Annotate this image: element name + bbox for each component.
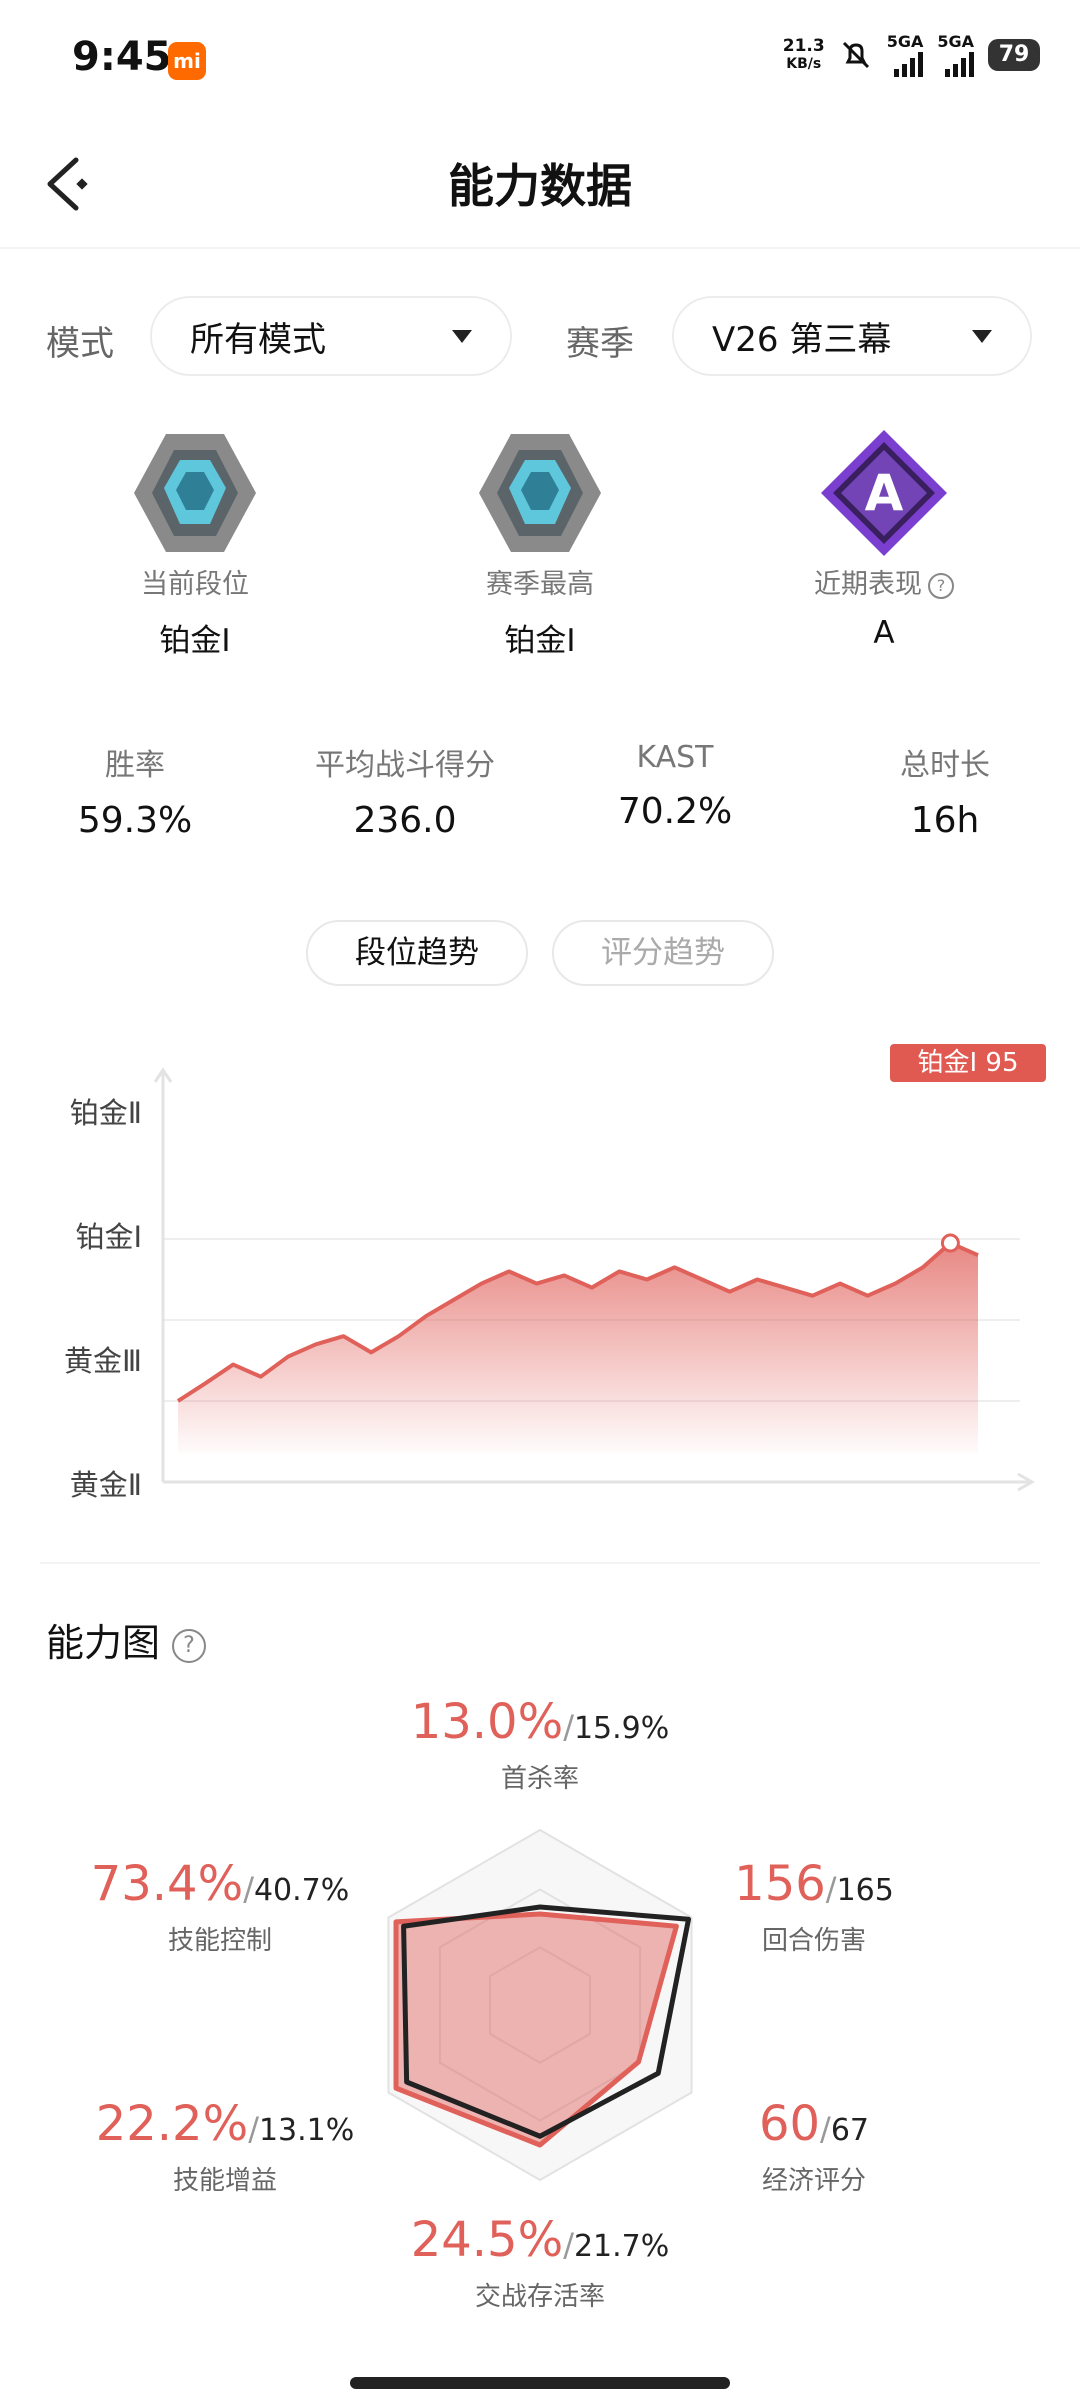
metric-compare: 40.7% [253, 1873, 350, 1908]
stat-total-time: 总时长 16h [810, 740, 1080, 841]
stat-avg-score: 平均战斗得分 236.0 [270, 740, 540, 841]
metric-compare: 15.9% [573, 1711, 670, 1746]
platinum-rank-icon [134, 434, 256, 552]
recent-performance: A 近期表现? A [734, 428, 1034, 651]
last-point-marker [940, 1233, 960, 1253]
rank-value: 铂金Ⅰ [504, 623, 576, 659]
stat-value: 70.2% [617, 791, 733, 832]
metric-skill-buff: 22.2%/13.1% 技能增益 [90, 2096, 360, 2197]
rank-label: 近期表现 [814, 569, 922, 600]
chevron-down-icon [972, 329, 992, 343]
season-dropdown[interactable]: V26 第三幕 [672, 296, 1032, 376]
metric-name: 技能控制 [167, 1926, 272, 1956]
mode-value: 所有模式 [190, 319, 326, 360]
metric-name: 回合伤害 [761, 1926, 866, 1956]
season-best-rank: 赛季最高 铂金Ⅰ [390, 428, 690, 660]
metric-name: 交战存活率 [474, 2282, 605, 2312]
mode-label: 模式 [46, 324, 114, 364]
section-divider [40, 1562, 1040, 1564]
tab-rank-trend[interactable]: 段位趋势 [306, 920, 528, 986]
metric-compare: 165 [836, 1873, 894, 1908]
stat-value: 16h [910, 800, 980, 841]
season-value: V26 第三幕 [712, 319, 892, 360]
chevron-down-icon [452, 329, 472, 343]
rank-value: 铂金Ⅰ [159, 623, 231, 659]
metric-name: 经济评分 [761, 2166, 866, 2196]
mute-bell-icon [842, 41, 869, 68]
ability-title: 能力图? [46, 1612, 207, 1667]
rank-value: A [873, 615, 895, 651]
signal-sim2: 5GA [937, 32, 974, 77]
stat-label: 总时长 [900, 748, 990, 783]
svg-text:A: A [865, 464, 904, 522]
metric-value: 73.4% [90, 1856, 244, 1912]
header-divider [0, 247, 1080, 249]
rank-trend-chart [153, 1067, 1036, 1492]
metric-value: 156 [734, 1856, 826, 1912]
rank-label: 当前段位 [141, 569, 249, 600]
metric-name: 技能增益 [172, 2166, 277, 2196]
metric-name: 首杀率 [500, 1764, 579, 1794]
metric-compare: 67 [830, 2113, 870, 2148]
network-speed: 21.3 KB/s [782, 35, 825, 72]
mi-app-icon: mi [168, 42, 206, 80]
metric-compare: 21.7% [573, 2229, 670, 2264]
status-icons: 21.3 KB/s 5GA 5GA 79 [783, 32, 1040, 77]
trend-area [178, 1243, 978, 1454]
ability-radar-chart [387, 1828, 693, 2182]
metric-compare: 13.1% [258, 2113, 355, 2148]
platinum-rank-icon [479, 434, 601, 552]
metric-value: 60 [758, 2096, 821, 2152]
stat-value: 236.0 [353, 800, 457, 841]
metric-economy: 60/67 经济评分 [714, 2096, 914, 2197]
help-icon[interactable]: ? [172, 1628, 207, 1663]
page-title: 能力数据 [448, 159, 632, 213]
mode-dropdown[interactable]: 所有模式 [150, 296, 512, 376]
current-rank: 当前段位 铂金Ⅰ [45, 428, 345, 660]
stat-label: 胜率 [105, 748, 165, 783]
metric-survival: 24.5%/21.7% 交战存活率 [340, 2212, 740, 2313]
grade-a-icon: A [821, 430, 947, 556]
metric-value: 13.0% [410, 1694, 564, 1750]
metric-skill-control: 73.4%/40.7% 技能控制 [80, 1856, 360, 1957]
stat-label: 平均战斗得分 [315, 748, 495, 783]
tab-score-trend[interactable]: 评分趋势 [552, 920, 774, 986]
stat-value: 59.3% [77, 800, 193, 841]
metric-value: 24.5% [410, 2212, 564, 2268]
status-time: 9:45 [72, 34, 172, 80]
rank-label: 赛季最高 [486, 569, 594, 600]
help-icon[interactable]: ? [928, 572, 954, 599]
metric-first-kill: 13.0%/15.9% 首杀率 [340, 1694, 740, 1795]
stat-kast: KAST 70.2% [540, 740, 810, 832]
signal-sim1: 5GA [887, 32, 924, 77]
season-label: 赛季 [566, 324, 634, 364]
metric-value: 22.2% [95, 2096, 249, 2152]
stat-win-rate: 胜率 59.3% [0, 740, 270, 841]
metric-round-damage: 156/165 回合伤害 [714, 1856, 914, 1957]
stat-label: KAST [636, 740, 714, 775]
home-indicator[interactable] [350, 2377, 730, 2389]
battery-icon: 79 [988, 38, 1040, 71]
